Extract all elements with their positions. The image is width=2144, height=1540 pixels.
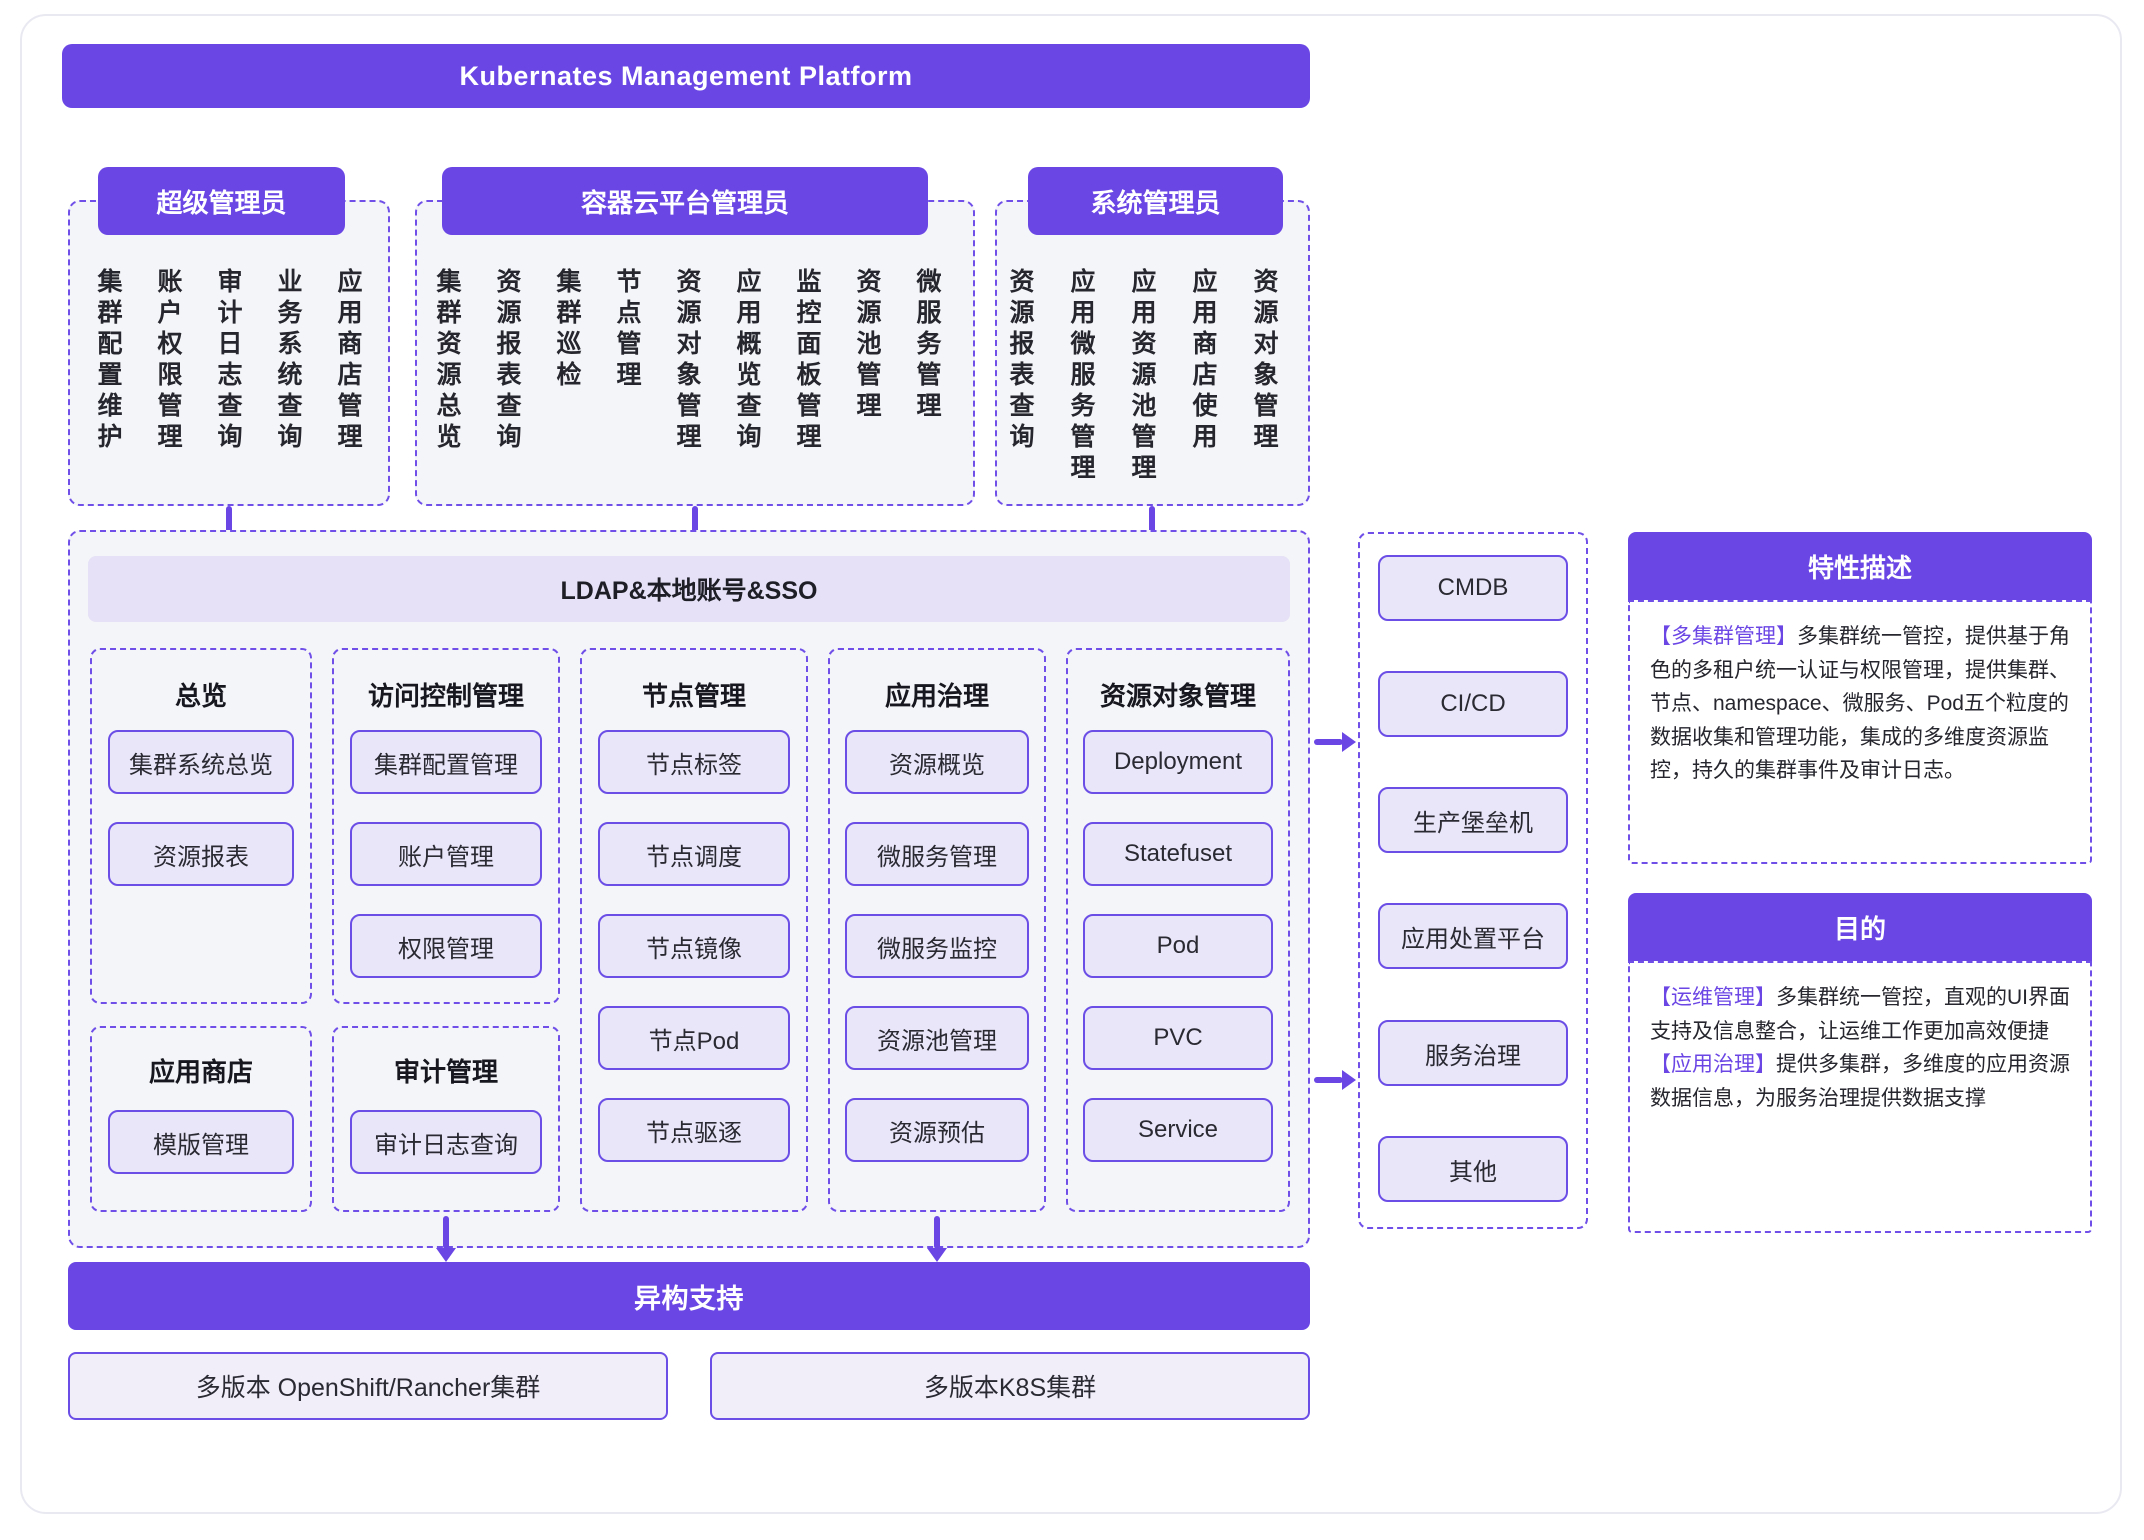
kubernetes-platform-diagram: Kubernates Management Platform 超级管理员 集群配… (0, 0, 2144, 1540)
role-capability: 应用商店管理 (336, 268, 366, 454)
module-chip: 权限管理 (350, 914, 542, 978)
module-chip: Pod (1083, 914, 1273, 978)
integration-chip: CMDB (1378, 555, 1568, 621)
role-capability: 应用资源池管理 (1130, 268, 1160, 485)
feature-tag: 【多集群管理】 (1650, 625, 1797, 648)
module-chip: 账户管理 (350, 822, 542, 886)
integration-chip: CI/CD (1378, 671, 1568, 737)
module-chip: 节点标签 (598, 730, 790, 794)
role-capability: 集群配置维护 (96, 268, 126, 454)
module-chip: 资源池管理 (845, 1006, 1029, 1070)
role-capability: 资源报表查询 (1008, 268, 1038, 454)
module-chip: 节点驱逐 (598, 1098, 790, 1162)
purpose-tag: 【运维管理】 (1650, 986, 1776, 1009)
flow-arrow-right (1314, 732, 1356, 752)
module-title: 应用商店 (90, 1052, 312, 1089)
role-capability: 应用概览查询 (735, 268, 765, 454)
flow-arrow-right (1314, 1070, 1356, 1090)
module-title: 应用治理 (828, 676, 1046, 713)
hetero-cluster-k8s: 多版本K8S集群 (710, 1352, 1310, 1420)
role-header-platform-admin: 容器云平台管理员 (442, 167, 928, 235)
module-title: 总览 (90, 676, 312, 713)
module-chip: 微服务监控 (845, 914, 1029, 978)
role-capability: 应用商店使用 (1191, 268, 1221, 454)
role-capability: 资源对象管理 (1252, 268, 1282, 454)
module-chip: 集群配置管理 (350, 730, 542, 794)
purpose-entry: 【运维管理】多集群统一管控，直观的UI界面支持及信息整合，让运维工作更加高效便捷 (1650, 981, 2070, 1048)
purpose-tag: 【应用治理】 (1650, 1053, 1776, 1076)
auth-bar: LDAP&本地账号&SSO (88, 556, 1290, 622)
flow-arrow-down (927, 1216, 947, 1262)
module-chip: PVC (1083, 1006, 1273, 1070)
feature-panel-body: 【多集群管理】多集群统一管控，提供基于角色的多租户统一认证与权限管理，提供集群、… (1628, 600, 2092, 864)
module-chip: 审计日志查询 (350, 1110, 542, 1174)
page-title: Kubernates Management Platform (62, 44, 1310, 108)
role-capability: 业务系统查询 (276, 268, 306, 454)
role-header-system-admin: 系统管理员 (1028, 167, 1283, 235)
integration-chip: 其他 (1378, 1136, 1568, 1202)
feature-panel-title: 特性描述 (1628, 532, 2092, 600)
module-title: 节点管理 (580, 676, 808, 713)
module-title: 资源对象管理 (1066, 676, 1290, 713)
role-capability: 监控面板管理 (795, 268, 825, 454)
role-capability: 资源报表查询 (495, 268, 525, 454)
module-chip: 节点Pod (598, 1006, 790, 1070)
module-chip: Statefuset (1083, 822, 1273, 886)
role-capability: 资源池管理 (855, 268, 885, 423)
module-chip: 模版管理 (108, 1110, 294, 1174)
module-chip: 资源报表 (108, 822, 294, 886)
hetero-cluster-openshift: 多版本 OpenShift/Rancher集群 (68, 1352, 668, 1420)
role-capability: 集群巡检 (555, 268, 585, 392)
module-chip: 节点镜像 (598, 914, 790, 978)
integrations-column (1358, 532, 1588, 1229)
module-title: 访问控制管理 (332, 676, 560, 713)
feature-text: 多集群统一管控，提供基于角色的多租户统一认证与权限管理，提供集群、节点、name… (1650, 625, 2070, 782)
role-capability: 微服务管理 (915, 268, 945, 423)
purpose-panel-body: 【运维管理】多集群统一管控，直观的UI界面支持及信息整合，让运维工作更加高效便捷… (1628, 961, 2092, 1233)
module-title: 审计管理 (332, 1052, 560, 1089)
module-chip: 资源概览 (845, 730, 1029, 794)
purpose-panel-title: 目的 (1628, 893, 2092, 961)
role-capability: 应用微服务管理 (1069, 268, 1099, 485)
purpose-entry: 【应用治理】提供多集群，多维度的应用资源数据信息，为服务治理提供数据支撑 (1650, 1048, 2070, 1115)
role-capability: 节点管理 (615, 268, 645, 392)
module-chip: Deployment (1083, 730, 1273, 794)
role-header-super-admin: 超级管理员 (98, 167, 345, 235)
module-chip: 微服务管理 (845, 822, 1029, 886)
hetero-support-banner: 异构支持 (68, 1262, 1310, 1330)
flow-arrow-down (436, 1216, 456, 1262)
integration-chip: 应用处置平台 (1378, 903, 1568, 969)
integration-chip: 生产堡垒机 (1378, 787, 1568, 853)
role-capability: 账户权限管理 (156, 268, 186, 454)
role-capability: 审计日志查询 (216, 268, 246, 454)
integration-chip: 服务治理 (1378, 1020, 1568, 1086)
module-chip: Service (1083, 1098, 1273, 1162)
role-capability: 资源对象管理 (675, 268, 705, 454)
role-capability: 集群资源总览 (435, 268, 465, 454)
module-chip: 资源预估 (845, 1098, 1029, 1162)
module-chip: 节点调度 (598, 822, 790, 886)
module-chip: 集群系统总览 (108, 730, 294, 794)
